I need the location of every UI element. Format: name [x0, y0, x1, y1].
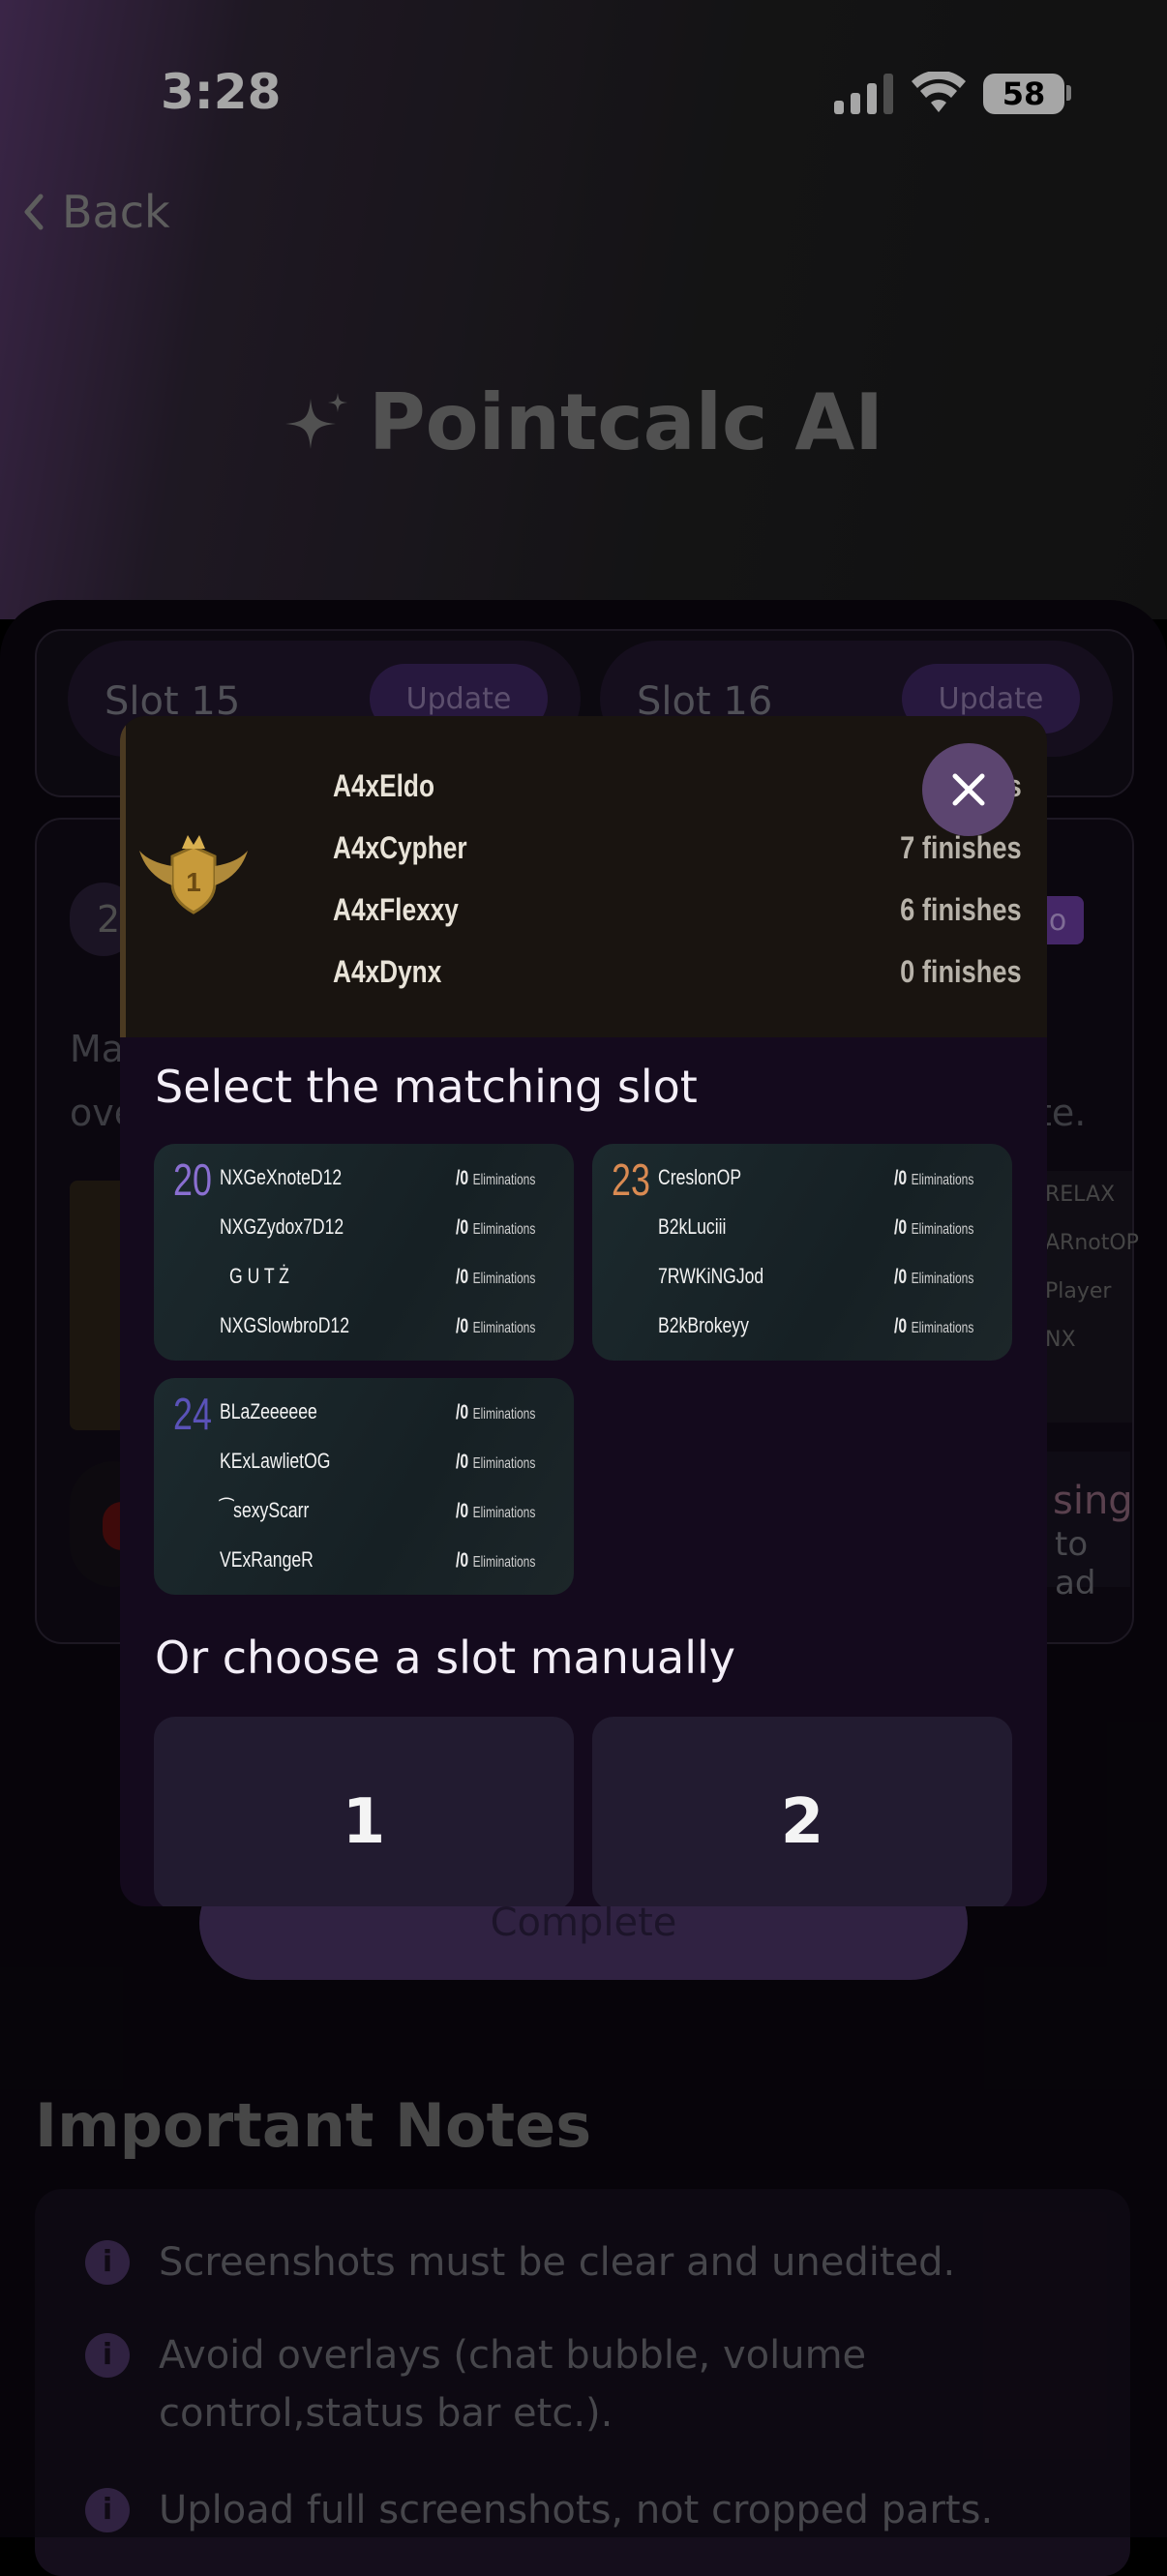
- elims-value: /0: [456, 1266, 469, 1288]
- player-row: KExLawlietOG/0 Eliminations: [220, 1449, 568, 1478]
- elims-label: Eliminations: [911, 1172, 974, 1188]
- elim-count: /0 Eliminations: [456, 1266, 535, 1289]
- rank-emblem-icon: 1: [139, 835, 248, 914]
- elims-value: /0: [456, 1500, 469, 1522]
- elims-value: /0: [456, 1401, 469, 1423]
- manual-slot-1-button[interactable]: 1: [154, 1717, 574, 1906]
- elims-label: Eliminations: [472, 1320, 536, 1336]
- elim-count: /0 Eliminations: [456, 1549, 535, 1573]
- elims-label: Eliminations: [911, 1221, 974, 1238]
- player-name: 7RWKiNGJod: [658, 1264, 764, 1288]
- elim-count: /0 Eliminations: [894, 1315, 973, 1338]
- player-row: BLaZeeeeee/0 Eliminations: [220, 1399, 568, 1428]
- match-slot-20[interactable]: 20 NXGeXnoteD12/0 Eliminations NXGZydox7D…: [154, 1144, 574, 1361]
- player-name: A4xEldo: [333, 768, 434, 803]
- player-name: NXGSlowbroD12: [220, 1313, 350, 1337]
- elims-label: Eliminations: [911, 1320, 974, 1336]
- player-name: NXGZydox7D12: [220, 1214, 344, 1239]
- elim-count: /0 Eliminations: [456, 1401, 535, 1424]
- elims-label: Eliminations: [472, 1455, 536, 1472]
- player-row: CreslonOP/0 Eliminations: [658, 1165, 1006, 1194]
- player-name: KExLawlietOG: [220, 1449, 331, 1473]
- elims-value: /0: [456, 1451, 469, 1473]
- player-name: B2kLuciii: [658, 1214, 727, 1239]
- player-name: A4xFlexxy: [333, 892, 459, 927]
- elim-count: /0 Eliminations: [456, 1167, 535, 1190]
- player-name: ⁀sexyScarr: [220, 1498, 310, 1522]
- elims-label: Eliminations: [472, 1505, 536, 1521]
- elim-count: /0 Eliminations: [456, 1451, 535, 1474]
- player-row: ⁀sexyScarr/0 Eliminations: [220, 1498, 568, 1527]
- player-row: NXGeXnoteD12/0 Eliminations: [220, 1165, 568, 1194]
- elims-value: /0: [894, 1315, 908, 1337]
- player-name: A4xDynx: [333, 954, 442, 989]
- match-slot-24[interactable]: 24 BLaZeeeeee/0 Eliminations KExLawlietOG…: [154, 1378, 574, 1595]
- elims-value: /0: [894, 1216, 908, 1239]
- elims-label: Eliminations: [472, 1172, 536, 1188]
- player-row: B2kBrokeyy/0 Eliminations: [658, 1313, 1006, 1342]
- player-finishes: 6 finishes: [900, 892, 1022, 927]
- slot-number: 23: [612, 1154, 650, 1205]
- elim-count: /0 Eliminations: [456, 1500, 535, 1523]
- slot-number: 24: [173, 1389, 212, 1439]
- elims-value: /0: [894, 1167, 908, 1189]
- elims-label: Eliminations: [472, 1406, 536, 1423]
- manual-slot-title: Or choose a slot manually: [155, 1632, 735, 1684]
- match-slot-23[interactable]: 23 CreslonOP/0 Eliminations B2kLuciii/0 El…: [592, 1144, 1012, 1361]
- elims-label: Eliminations: [472, 1554, 536, 1571]
- player-finishes: 7 finishes: [900, 830, 1022, 865]
- elims-value: /0: [456, 1216, 469, 1239]
- elims-label: Eliminations: [472, 1221, 536, 1238]
- player-row: 7RWKiNGJod/0 Eliminations: [658, 1264, 1006, 1293]
- elims-label: Eliminations: [911, 1271, 974, 1287]
- player-row: G U T Ż/0 Eliminations: [220, 1264, 568, 1293]
- player-row: VExRangeR/0 Eliminations: [220, 1547, 568, 1576]
- player-name: G U T Ż: [229, 1264, 289, 1288]
- player-row: NXGZydox7D12/0 Eliminations: [220, 1214, 568, 1243]
- screenshot-preview: 1 A4xEldo A4xCypher A4xFlexxy A4xDynx s …: [120, 716, 1047, 1037]
- slot-number: 20: [173, 1154, 212, 1205]
- select-slot-title: Select the matching slot: [155, 1061, 698, 1113]
- elims-value: /0: [456, 1549, 469, 1572]
- elims-value: /0: [456, 1315, 469, 1337]
- close-button[interactable]: [922, 743, 1015, 836]
- elim-count: /0 Eliminations: [894, 1266, 973, 1289]
- elim-count: /0 Eliminations: [456, 1216, 535, 1240]
- elims-label: Eliminations: [472, 1271, 536, 1287]
- elims-value: /0: [456, 1167, 469, 1189]
- player-row: NXGSlowbroD12/0 Eliminations: [220, 1313, 568, 1342]
- close-icon: [952, 773, 985, 806]
- player-row: B2kLuciii/0 Eliminations: [658, 1214, 1006, 1243]
- manual-slot-2-button[interactable]: 2: [592, 1717, 1012, 1906]
- player-name: CreslonOP: [658, 1165, 742, 1189]
- elim-count: /0 Eliminations: [894, 1167, 973, 1190]
- player-name: BLaZeeeeee: [220, 1399, 317, 1423]
- player-finishes: 0 finishes: [900, 954, 1022, 989]
- elim-count: /0 Eliminations: [894, 1216, 973, 1240]
- player-name: B2kBrokeyy: [658, 1313, 749, 1337]
- player-name: VExRangeR: [220, 1547, 314, 1572]
- player-name: A4xCypher: [333, 830, 467, 865]
- elim-count: /0 Eliminations: [456, 1315, 535, 1338]
- slot-select-modal: 1 A4xEldo A4xCypher A4xFlexxy A4xDynx s …: [120, 716, 1047, 1906]
- elims-value: /0: [894, 1266, 908, 1288]
- svg-text:1: 1: [186, 867, 201, 897]
- player-name: NXGeXnoteD12: [220, 1165, 343, 1189]
